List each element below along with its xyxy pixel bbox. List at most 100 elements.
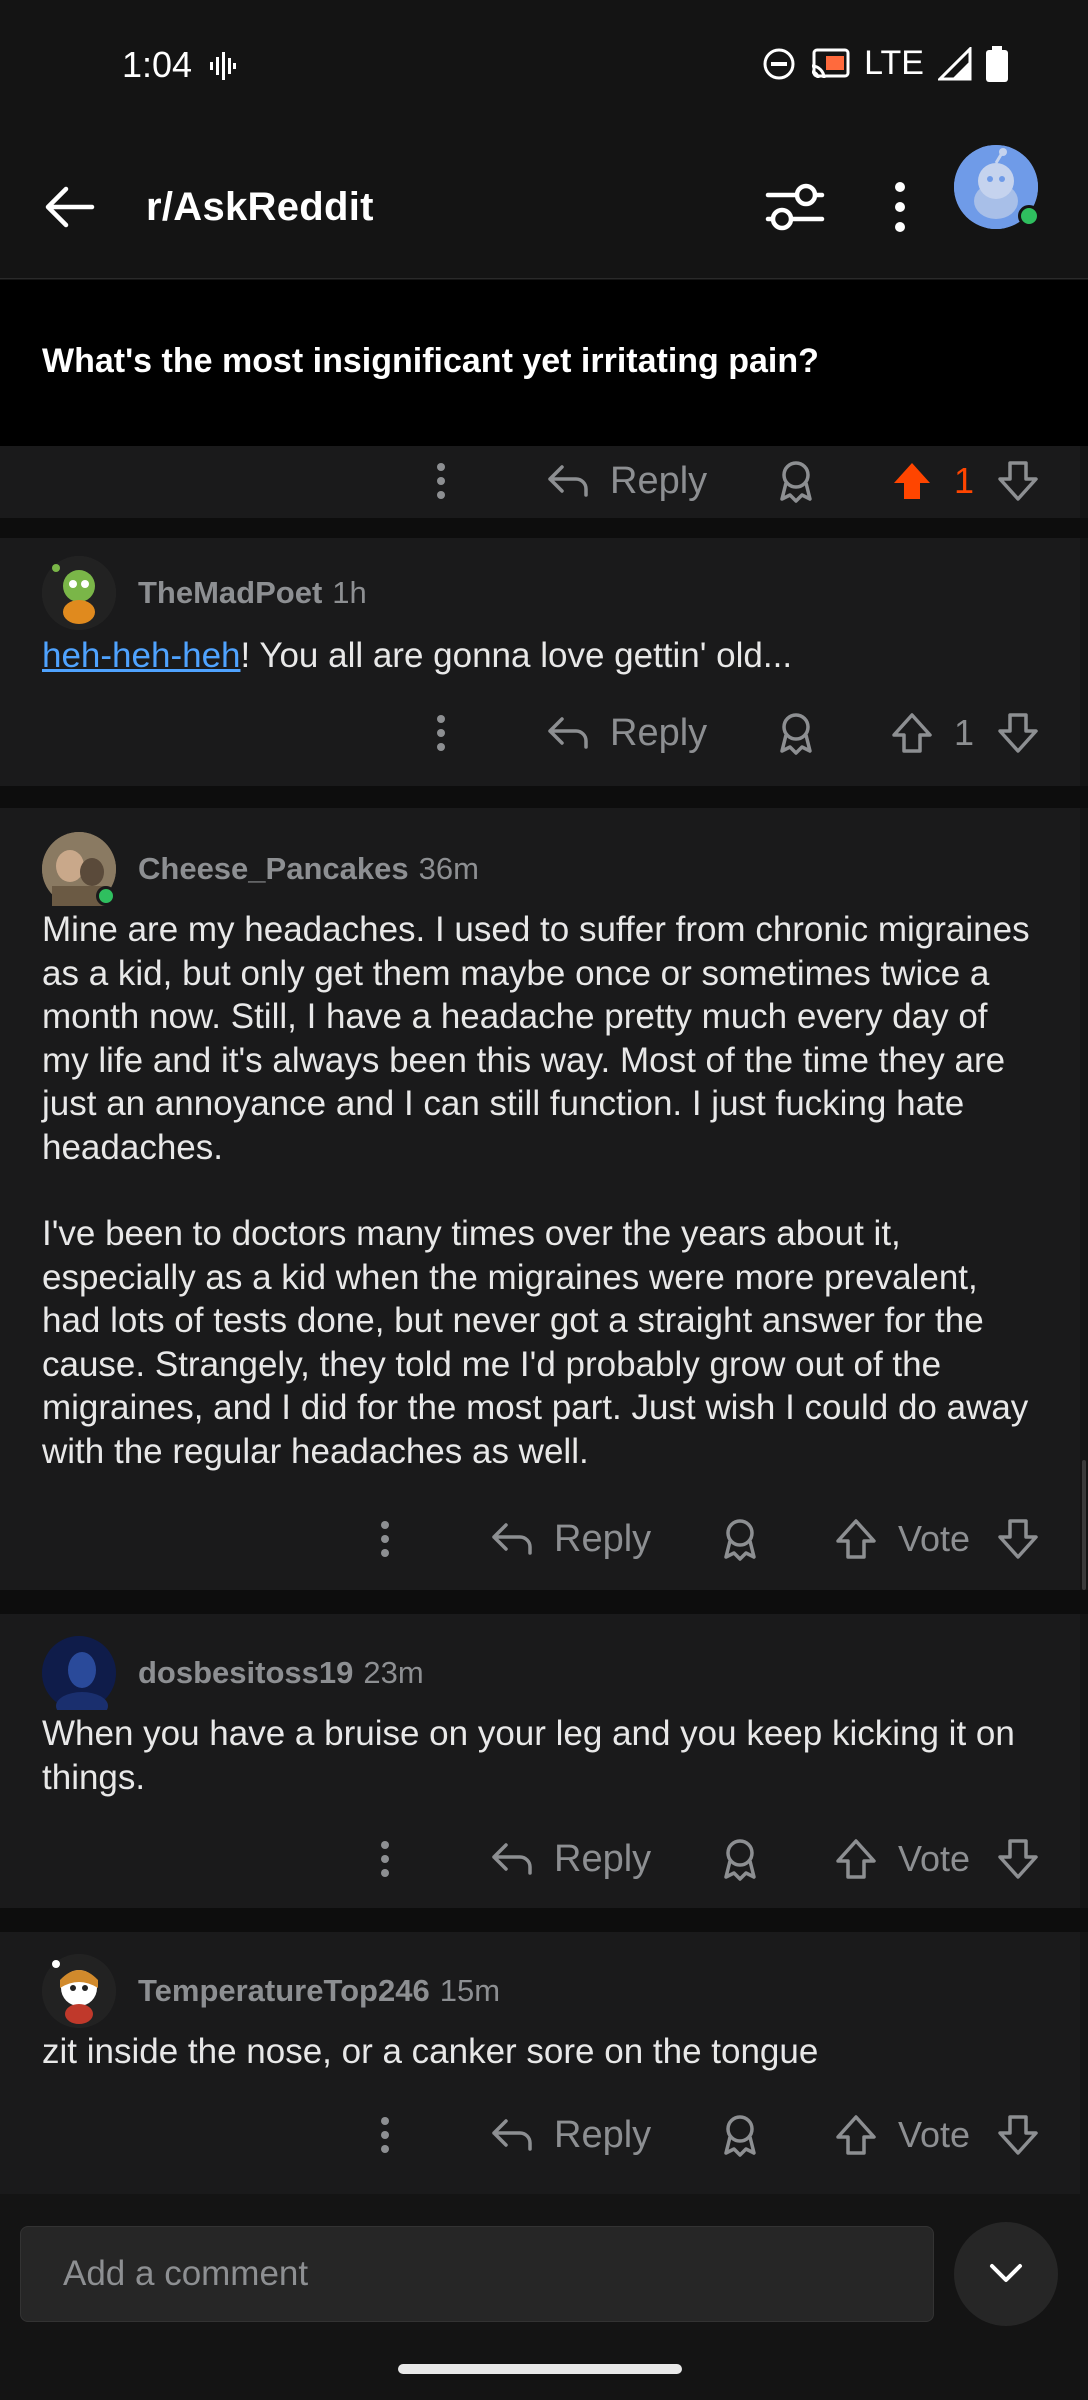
comment-age: 15m <box>439 1973 501 2008</box>
upvote-icon <box>892 713 932 753</box>
comment-card: dosbesitoss19 23m When you have a bruise… <box>0 1614 1080 1908</box>
vote-label: Vote <box>898 1518 971 1559</box>
reply-label: Reply <box>554 2113 652 2156</box>
reply-icon <box>492 1843 532 1875</box>
reply-label: Reply <box>554 1837 652 1880</box>
online-status-dot <box>96 886 116 906</box>
back-arrow-icon[interactable] <box>40 177 100 237</box>
comment-body: heh-heh-heh! You all are gonna love gett… <box>42 634 1042 678</box>
comment-divider <box>0 1590 1088 1614</box>
post-header[interactable]: What's the most insignificant yet irrita… <box>0 280 1088 446</box>
scrollbar[interactable] <box>1082 1460 1086 1590</box>
award-icon[interactable] <box>774 698 818 768</box>
reply-label: Reply <box>554 1517 652 1560</box>
comment-more-icon[interactable] <box>372 1504 398 1574</box>
upvote-button[interactable] <box>834 1824 878 1894</box>
reply-icon <box>492 2119 532 2151</box>
comment-body: zit inside the nose, or a canker sore on… <box>42 2032 819 2071</box>
comment-body: Mine are my headaches. I used to suffer … <box>42 908 1042 1516</box>
downvote-icon <box>998 713 1038 753</box>
comment-body: When you have a bruise on your leg and y… <box>42 1714 1015 1797</box>
downvote-icon <box>998 1839 1038 1879</box>
comment-author[interactable]: dosbesitoss19 <box>138 1655 353 1691</box>
comment-composer-bar: Add a comment <box>0 2200 1088 2400</box>
award-icon[interactable] <box>718 1824 762 1894</box>
award-icon[interactable] <box>718 1504 762 1574</box>
comment-card: TheMadPoet 1h heh-heh-heh! You all are g… <box>0 538 1080 786</box>
comment-more-icon[interactable] <box>372 2100 398 2170</box>
comment-divider <box>0 518 1088 538</box>
downvote-button[interactable] <box>996 1824 1040 1894</box>
comment-more-icon[interactable] <box>372 1824 398 1894</box>
profile-photo-icon <box>42 1636 116 1720</box>
upvote-icon <box>836 2115 876 2155</box>
battery-icon <box>986 45 1008 82</box>
downvote-button[interactable] <box>996 2100 1040 2170</box>
comment-text: ! You all are gonna love gettin' old... <box>240 636 793 675</box>
app-bar: r/AskReddit <box>0 135 1088 279</box>
comment-author-row[interactable]: TheMadPoet 1h <box>42 556 367 630</box>
comment-author-row[interactable]: Cheese_Pancakes 36m <box>42 832 479 906</box>
partial-comment: Reply 1 <box>0 446 1080 518</box>
downvote-icon <box>998 1519 1038 1559</box>
comment-paragraph: I've been to doctors many times over the… <box>42 1214 1029 1471</box>
comment-author[interactable]: TheMadPoet <box>138 575 322 611</box>
subreddit-title[interactable]: r/AskReddit <box>146 185 374 230</box>
add-comment-input[interactable]: Add a comment <box>20 2226 934 2322</box>
reply-button[interactable]: Reply <box>546 698 707 768</box>
comment-age: 36m <box>418 851 479 886</box>
upvote-icon <box>836 1519 876 1559</box>
status-icons: LTE <box>762 44 1008 83</box>
reply-button[interactable]: Reply <box>490 2100 651 2170</box>
comment-author[interactable]: TemperatureTop246 <box>138 1973 430 2009</box>
comment-more-icon[interactable] <box>428 698 454 768</box>
reply-button[interactable]: Reply <box>490 1824 651 1894</box>
comment-author[interactable]: Cheese_Pancakes <box>138 851 409 887</box>
upvote-button[interactable] <box>834 2100 878 2170</box>
comment-age: 1h <box>332 575 367 610</box>
downvote-button[interactable] <box>996 698 1040 768</box>
reply-label: Reply <box>610 711 708 754</box>
upvote-button-active[interactable] <box>890 446 934 516</box>
comment-more-icon[interactable] <box>428 446 454 516</box>
upvote-button[interactable] <box>834 1504 878 1574</box>
overflow-menu-icon[interactable] <box>880 177 920 237</box>
comment-divider <box>0 1908 1088 1932</box>
reply-label: Reply <box>610 459 708 502</box>
user-avatar[interactable] <box>954 145 1040 229</box>
comment-age: 23m <box>363 1655 424 1690</box>
voice-activity-icon <box>210 52 236 85</box>
status-bar: 1:04 LTE <box>0 0 1088 135</box>
reply-button[interactable]: Reply <box>546 446 707 516</box>
comment-card: Cheese_Pancakes 36m Mine are my headache… <box>0 808 1080 1590</box>
collapse-button[interactable] <box>954 2222 1058 2326</box>
comment-author-row[interactable]: TemperatureTop246 15m <box>42 1954 500 2028</box>
comment-card: TemperatureTop246 15m zit inside the nos… <box>0 1932 1080 2194</box>
comment-author-row[interactable]: dosbesitoss19 23m <box>42 1636 424 1720</box>
downvote-icon <box>998 2115 1038 2155</box>
comment-divider <box>0 786 1088 808</box>
award-icon[interactable] <box>774 446 818 516</box>
snoo-avatar-icon <box>42 1954 116 2028</box>
upvote-icon <box>836 1839 876 1879</box>
reply-button[interactable]: Reply <box>490 1504 651 1574</box>
comment-link[interactable]: heh-heh-heh <box>42 636 241 675</box>
online-status-dot <box>1018 205 1040 227</box>
sort-filter-icon[interactable] <box>760 177 830 237</box>
vote-label: Vote <box>898 1838 971 1879</box>
vote-count: 1 <box>954 712 975 753</box>
downvote-button[interactable] <box>996 1504 1040 1574</box>
snoo-avatar-icon <box>42 556 116 630</box>
chevron-down-icon <box>990 2264 1022 2282</box>
comment-paragraph: Mine are my headaches. I used to suffer … <box>42 910 1030 1167</box>
reply-icon <box>548 717 588 749</box>
downvote-button[interactable] <box>996 446 1040 516</box>
vote-count: 1 <box>954 460 975 501</box>
avatar <box>42 1636 116 1720</box>
upvote-button[interactable] <box>890 698 934 768</box>
award-icon[interactable] <box>718 2100 762 2170</box>
avatar <box>42 1954 116 2028</box>
reply-icon <box>492 1523 532 1555</box>
home-indicator[interactable] <box>398 2364 682 2374</box>
reply-icon <box>548 465 588 497</box>
